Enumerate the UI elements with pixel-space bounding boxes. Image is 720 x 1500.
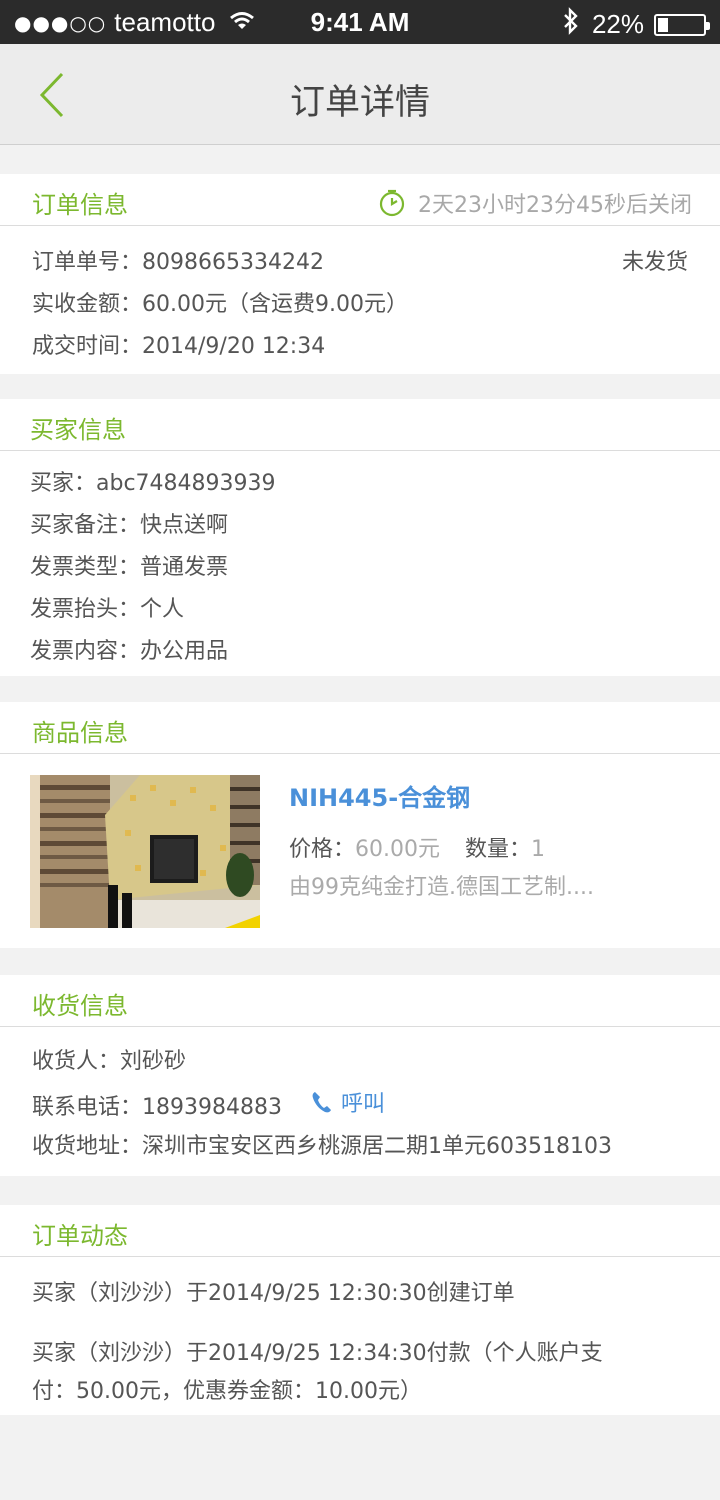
- deal-time-row: 成交时间：2014/9/20 12:34: [32, 328, 325, 360]
- deal-time-label: 成交时间：: [32, 334, 143, 359]
- amount-label: 实收金额：: [32, 292, 143, 317]
- address-row: 收货地址：深圳市宝安区西乡桃源居二期1单元603518103: [32, 1128, 612, 1160]
- receiver-name: 刘砂砂: [120, 1049, 187, 1074]
- phone-row: 联系电话：1893984883 呼叫: [32, 1086, 385, 1121]
- qty-value: 1: [531, 837, 546, 862]
- invoice-header-row: 发票抬头：个人: [30, 591, 184, 623]
- order-events-title: 订单动态: [32, 1222, 128, 1250]
- invoice-content: 办公用品: [140, 639, 229, 664]
- order-number: 8098665334242: [142, 250, 324, 275]
- shipping-info-title: 收货信息: [32, 992, 128, 1020]
- call-label: 呼叫: [341, 1092, 386, 1117]
- product-price-qty: 价格：60.00元 数量：1: [289, 831, 545, 863]
- phone-label: 联系电话：: [32, 1095, 143, 1120]
- order-event: 买家（刘沙沙）于2014/9/25 12:34:30付款（个人账户支: [32, 1341, 603, 1366]
- invoice-header-label: 发票抬头：: [30, 597, 141, 622]
- qty-label: 数量：: [465, 837, 532, 862]
- buyer-info-title: 买家信息: [30, 416, 126, 444]
- product-description: 由99克纯金打造.德国工艺制....: [289, 875, 594, 900]
- navigation-bar: 订单详情: [0, 44, 720, 145]
- deal-time: 2014/9/20 12:34: [142, 334, 326, 359]
- phone-number: 1893984883: [142, 1095, 282, 1120]
- order-event-continued: 付：50.00元，优惠券金额：10.00元）: [32, 1379, 422, 1404]
- buyer-row: 买家：abc7484893939: [30, 465, 276, 497]
- buyer-info-section: 买家信息 买家：abc7484893939 买家备注：快点送啊 发票类型：普通发…: [0, 399, 720, 676]
- invoice-header: 个人: [140, 597, 185, 622]
- battery-percent: 22%: [591, 9, 644, 39]
- price-value: 60.00元: [355, 837, 440, 862]
- price-label: 价格：: [289, 837, 356, 862]
- product-info-title: 商品信息: [32, 719, 128, 747]
- order-number-row: 订单单号：8098665334242: [32, 244, 324, 276]
- battery-icon: [654, 13, 710, 36]
- buyer-note-label: 买家备注：: [30, 513, 141, 538]
- invoice-type-row: 发票类型：普通发票: [30, 549, 228, 581]
- invoice-content-row: 发票内容：办公用品: [30, 633, 228, 665]
- amount-value: 60.00元（含运费9.00元）: [142, 292, 408, 317]
- buyer-note: 快点送啊: [140, 513, 229, 538]
- receiver-row: 收货人：刘砂砂: [32, 1043, 186, 1075]
- bluetooth-icon: [562, 7, 580, 42]
- buyer-label: 买家：: [30, 471, 97, 496]
- order-info-section: 订单信息 2天23小时23分45秒后关闭 订单单号：8098665334242 …: [0, 174, 720, 374]
- clock-icon: [379, 189, 405, 217]
- page-title: 订单详情: [289, 83, 430, 123]
- product-thumbnail: [30, 775, 260, 928]
- product-item[interactable]: NIH445-合金钢 价格：60.00元 数量：1 由99克纯金打造.德国工艺制…: [0, 754, 720, 948]
- amount-row: 实收金额：60.00元（含运费9.00元）: [32, 286, 408, 318]
- shipping-status: 未发货: [621, 250, 688, 275]
- order-info-title: 订单信息: [32, 191, 128, 219]
- address: 深圳市宝安区西乡桃源居二期1单元603518103: [142, 1134, 612, 1159]
- receiver-label: 收货人：: [32, 1049, 121, 1074]
- invoice-content-label: 发票内容：: [30, 639, 141, 664]
- shipping-info-section: 收货信息 收货人：刘砂砂 联系电话：1893984883 呼叫 收货地址：深圳市…: [0, 975, 720, 1176]
- product-name[interactable]: NIH445-合金钢: [289, 778, 470, 813]
- call-button[interactable]: 呼叫: [311, 1086, 385, 1118]
- countdown-timer: 2天23小时23分45秒后关闭: [378, 187, 692, 219]
- phone-icon: [312, 1092, 331, 1113]
- invoice-type: 普通发票: [140, 555, 229, 580]
- status-bar: ●●●○○ teamotto 9:41 AM 22%: [0, 0, 720, 44]
- countdown-text: 2天23小时23分45秒后关闭: [418, 193, 692, 218]
- order-events-section: 订单动态 买家（刘沙沙）于2014/9/25 12:30:30创建订单 买家（刘…: [0, 1205, 720, 1415]
- product-info-section: 商品信息 NIH445-合金钢 价格：60.00元 数量：1 由99克纯金打造.…: [0, 702, 720, 948]
- address-label: 收货地址：: [32, 1134, 143, 1159]
- buyer-note-row: 买家备注：快点送啊: [30, 507, 228, 539]
- buyer-id: abc7484893939: [96, 471, 276, 496]
- order-number-label: 订单单号：: [32, 250, 143, 275]
- invoice-type-label: 发票类型：: [30, 555, 141, 580]
- order-event: 买家（刘沙沙）于2014/9/25 12:30:30创建订单: [32, 1281, 515, 1306]
